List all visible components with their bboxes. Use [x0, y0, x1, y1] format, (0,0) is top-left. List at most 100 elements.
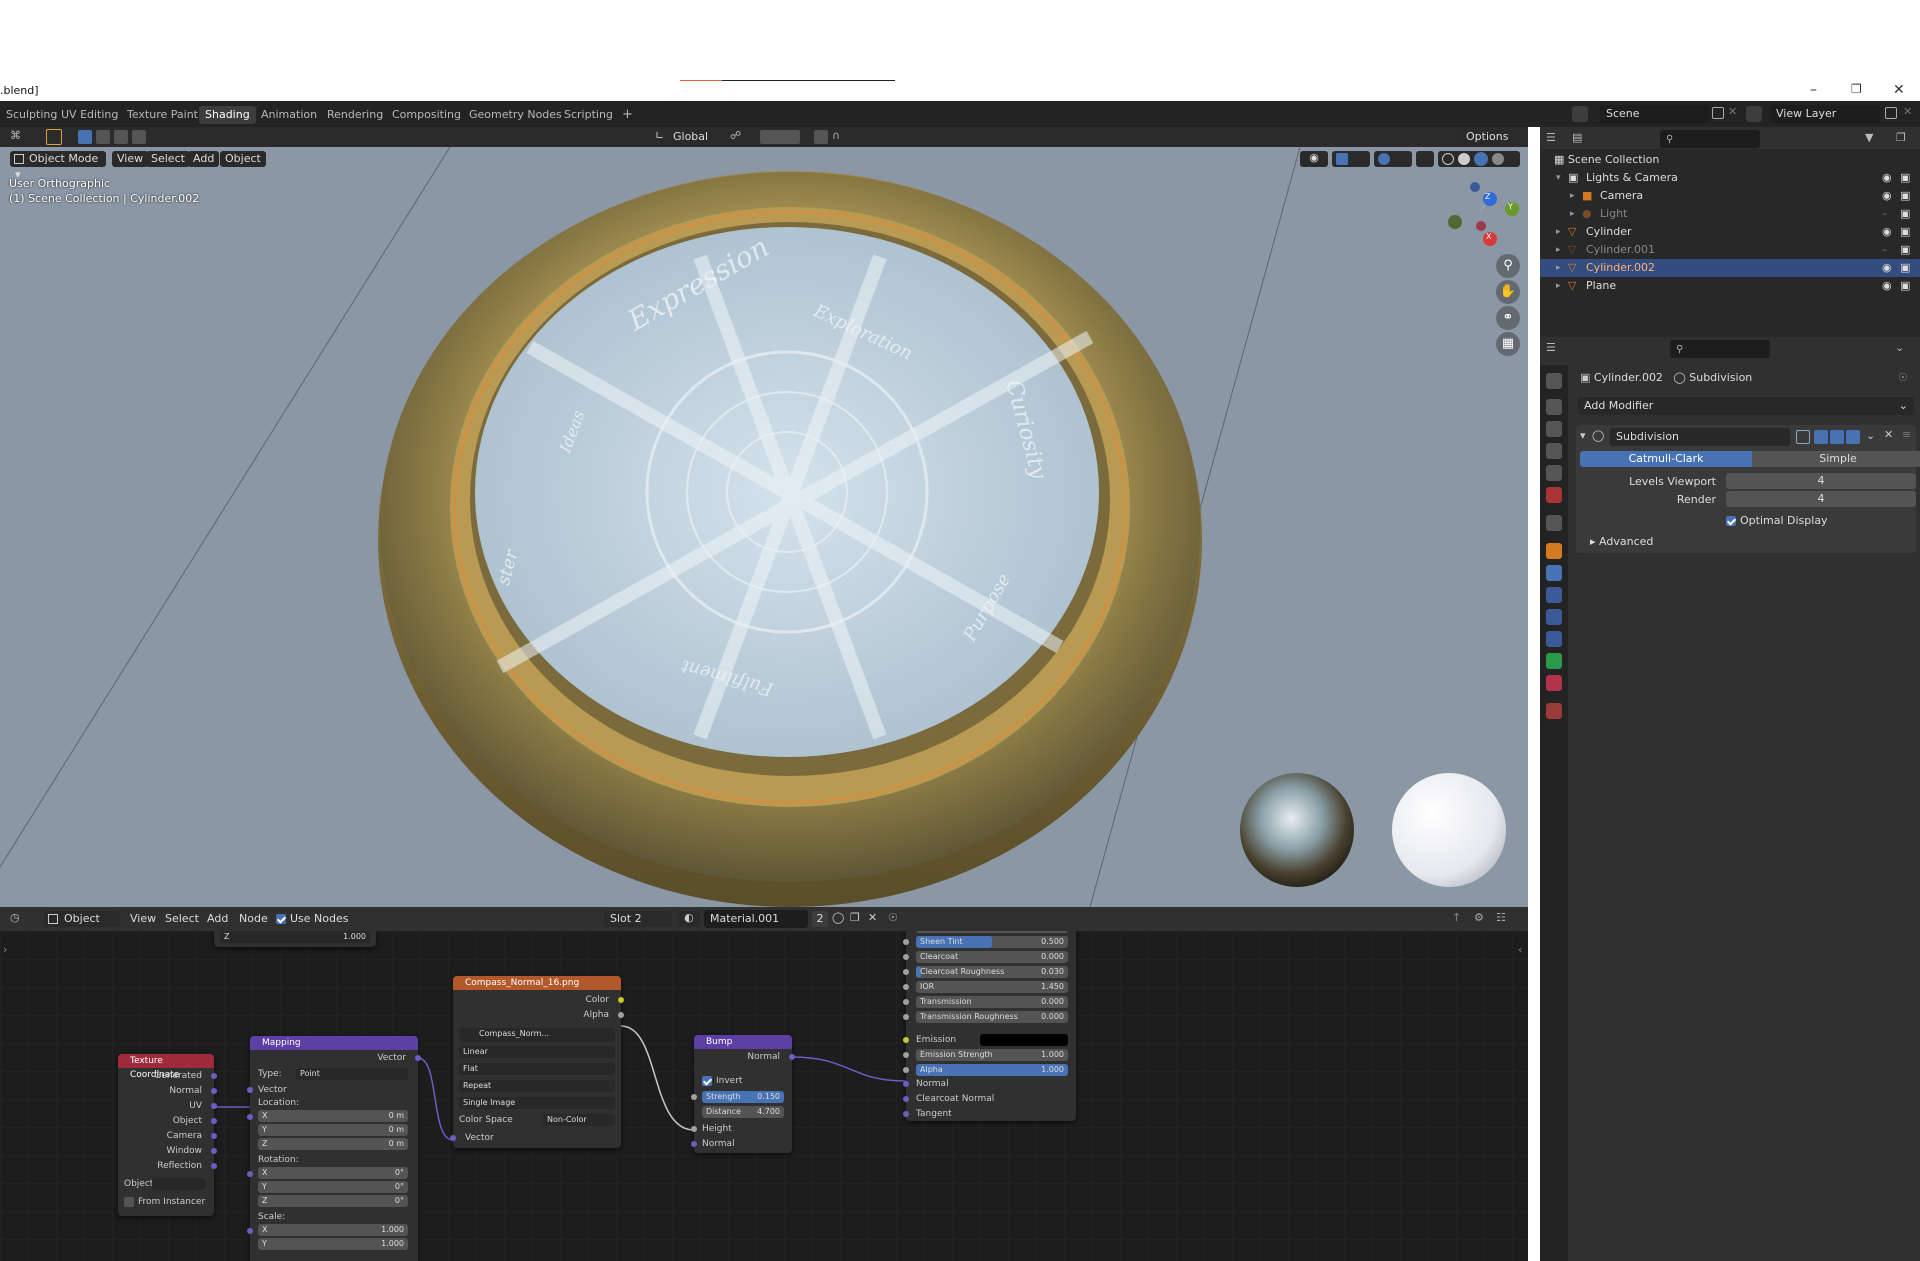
options-dropdown[interactable]: Options [1460, 129, 1515, 145]
transform-orientation-dropdown[interactable]: Global [673, 130, 708, 143]
node-menu-add[interactable]: Add [207, 912, 228, 925]
node-menu-view[interactable]: View [130, 912, 156, 925]
select-intersect-icon[interactable] [132, 130, 146, 144]
sidebar-expand-icon[interactable]: ‹ [1518, 943, 1522, 956]
render-camera-icon[interactable]: ▣ [1900, 277, 1910, 295]
socket[interactable] [211, 1133, 217, 1139]
socket[interactable] [691, 1126, 697, 1132]
scene-tab-icon[interactable] [1546, 465, 1562, 481]
image-texture-title[interactable]: Compass_Normal_16.png [453, 976, 621, 990]
gizmo-x-label[interactable]: X [1486, 232, 1491, 241]
invert-checkbox[interactable] [702, 1075, 712, 1086]
texture-tab-icon[interactable] [1546, 703, 1562, 719]
socket[interactable] [211, 1163, 217, 1169]
socket[interactable] [903, 1081, 909, 1087]
select-tool-icon[interactable] [46, 129, 62, 145]
socket[interactable] [618, 997, 624, 1003]
strength-field[interactable]: Strength 0.150 [702, 1091, 784, 1103]
from-instancer-checkbox[interactable] [124, 1196, 134, 1207]
outliner-item[interactable]: ▸ ■ Camera ◉ ▣ [1540, 187, 1920, 205]
socket[interactable] [903, 984, 909, 990]
expand-arrow-icon[interactable]: ▸ [1556, 277, 1561, 295]
socket[interactable] [903, 1014, 909, 1020]
tab-geometry-nodes[interactable]: Geometry Nodes [463, 106, 568, 124]
socket[interactable] [903, 1052, 909, 1058]
gizmo-z-label[interactable]: Z [1485, 192, 1490, 201]
constraints-tab-icon[interactable] [1546, 631, 1562, 647]
pin-icon[interactable]: ☉ [888, 911, 898, 924]
falloff-icon[interactable]: ∩ [832, 129, 840, 142]
overlay-toggle[interactable] [1374, 151, 1412, 167]
particles-tab-icon[interactable] [1546, 587, 1562, 603]
scene-name-field[interactable]: Scene [1600, 105, 1710, 123]
socket[interactable] [903, 1037, 909, 1043]
socket[interactable] [415, 1055, 421, 1061]
modifier-name-field[interactable]: Subdivision [1610, 428, 1790, 446]
viewport-menu-select[interactable]: Select [146, 151, 190, 167]
visibility-eye-icon[interactable]: ◉ [1882, 223, 1892, 241]
zoom-icon[interactable]: ⚲ [1496, 254, 1520, 278]
properties-search-input[interactable]: ⚲ [1670, 340, 1770, 358]
modifier-menu-chevron-icon[interactable]: ⌄ [1866, 429, 1875, 442]
select-extend-icon[interactable] [96, 130, 110, 144]
xray-icon[interactable] [1416, 151, 1434, 167]
display-mode-icon[interactable]: ▤ [1572, 131, 1582, 144]
outliner-root[interactable]: ▦ Scene Collection [1540, 151, 1920, 169]
node-editor-type-icon[interactable]: ◷ [10, 911, 20, 924]
render-camera-icon[interactable]: ▣ [1900, 259, 1910, 277]
rotation-z-field[interactable]: Z 0° [258, 1195, 408, 1207]
visibility-eye-icon[interactable]: ◉ [1882, 169, 1892, 187]
tool-tab-icon[interactable] [1546, 373, 1562, 389]
view-layer-tab-icon[interactable] [1546, 443, 1562, 459]
render-camera-icon[interactable]: ▣ [1900, 187, 1910, 205]
emission-color-swatch[interactable] [980, 1034, 1068, 1046]
snap-toggle[interactable] [760, 130, 800, 144]
shader-type-dropdown[interactable]: Object [44, 911, 120, 927]
rotation-x-field[interactable]: X 0° [258, 1167, 408, 1179]
partial-node[interactable]: Z 1.000 [214, 931, 376, 947]
outliner-item[interactable]: ▾ ▣ Lights & Camera ◉ ▣ [1540, 169, 1920, 187]
principled-bsdf-node[interactable]: Sheen0.000Sheen Tint0.500Clearcoat0.000C… [903, 931, 1076, 1121]
socket[interactable] [247, 1087, 253, 1093]
viewport-menu-view[interactable]: View [112, 151, 149, 167]
principled-input-field[interactable]: IOR 1.450 [916, 981, 1068, 993]
parent-node-tree-icon[interactable]: ↑ [1452, 911, 1461, 924]
socket[interactable] [903, 1067, 909, 1073]
outliner-item[interactable]: ▸ ▽ Cylinder.001 – ▣ [1540, 241, 1920, 259]
pin-icon[interactable]: ☉ [1898, 371, 1908, 384]
view-layer-icon[interactable] [1746, 106, 1762, 122]
socket[interactable] [903, 999, 909, 1005]
socket[interactable] [903, 969, 909, 975]
color-space-dropdown[interactable]: Non-Color [543, 1114, 615, 1126]
render-camera-icon[interactable]: ▣ [1900, 169, 1910, 187]
visibility-eye-icon[interactable]: ◉ [1882, 259, 1892, 277]
material-slot-dropdown[interactable]: Slot 2 [604, 911, 672, 927]
expand-arrow-icon[interactable]: ▸ [1556, 259, 1561, 277]
socket[interactable] [211, 1148, 217, 1154]
socket[interactable] [211, 1088, 217, 1094]
tc-object-field[interactable] [152, 1178, 206, 1190]
editor-type-icon[interactable]: ⌘ [10, 129, 32, 145]
visibility-eye-icon[interactable]: ◉ [1882, 277, 1892, 295]
texture-coordinate-node[interactable]: Texture Coordinate Generated Normal UV O… [118, 1054, 217, 1216]
distance-field[interactable]: Distance 4.700 [702, 1106, 784, 1118]
principled-input-field[interactable]: Clearcoat Roughness 0.030 [916, 966, 1068, 978]
principled-input-field[interactable]: Clearcoat 0.000 [916, 951, 1068, 963]
node-menu-select[interactable]: Select [165, 912, 199, 925]
visibility-eye-icon[interactable]: – [1882, 241, 1888, 259]
expand-arrow-icon[interactable]: ▸ [1556, 241, 1561, 259]
pan-hand-icon[interactable]: ✋ [1496, 280, 1520, 304]
principled-input-field[interactable]: Sheen Tint 0.500 [916, 936, 1068, 948]
projection-dropdown[interactable]: Flat [459, 1063, 615, 1075]
emission-strength-field[interactable]: Emission Strength 1.000 [916, 1049, 1068, 1061]
drag-handle-icon[interactable]: ≡ [1902, 428, 1911, 441]
socket[interactable] [691, 1094, 697, 1100]
node-menu-node[interactable]: Node [239, 912, 268, 925]
filter-icon[interactable]: ▼ [1865, 131, 1873, 144]
socket[interactable] [789, 1054, 795, 1060]
principled-input-field[interactable]: Transmission 0.000 [916, 996, 1068, 1008]
delete-view-layer-icon[interactable]: ✕ [1903, 105, 1912, 118]
toolbar-expand-icon[interactable]: › [3, 943, 7, 956]
mode-dropdown[interactable]: Object Mode ▾ [10, 151, 106, 181]
object-tab-icon[interactable] [1546, 543, 1562, 559]
